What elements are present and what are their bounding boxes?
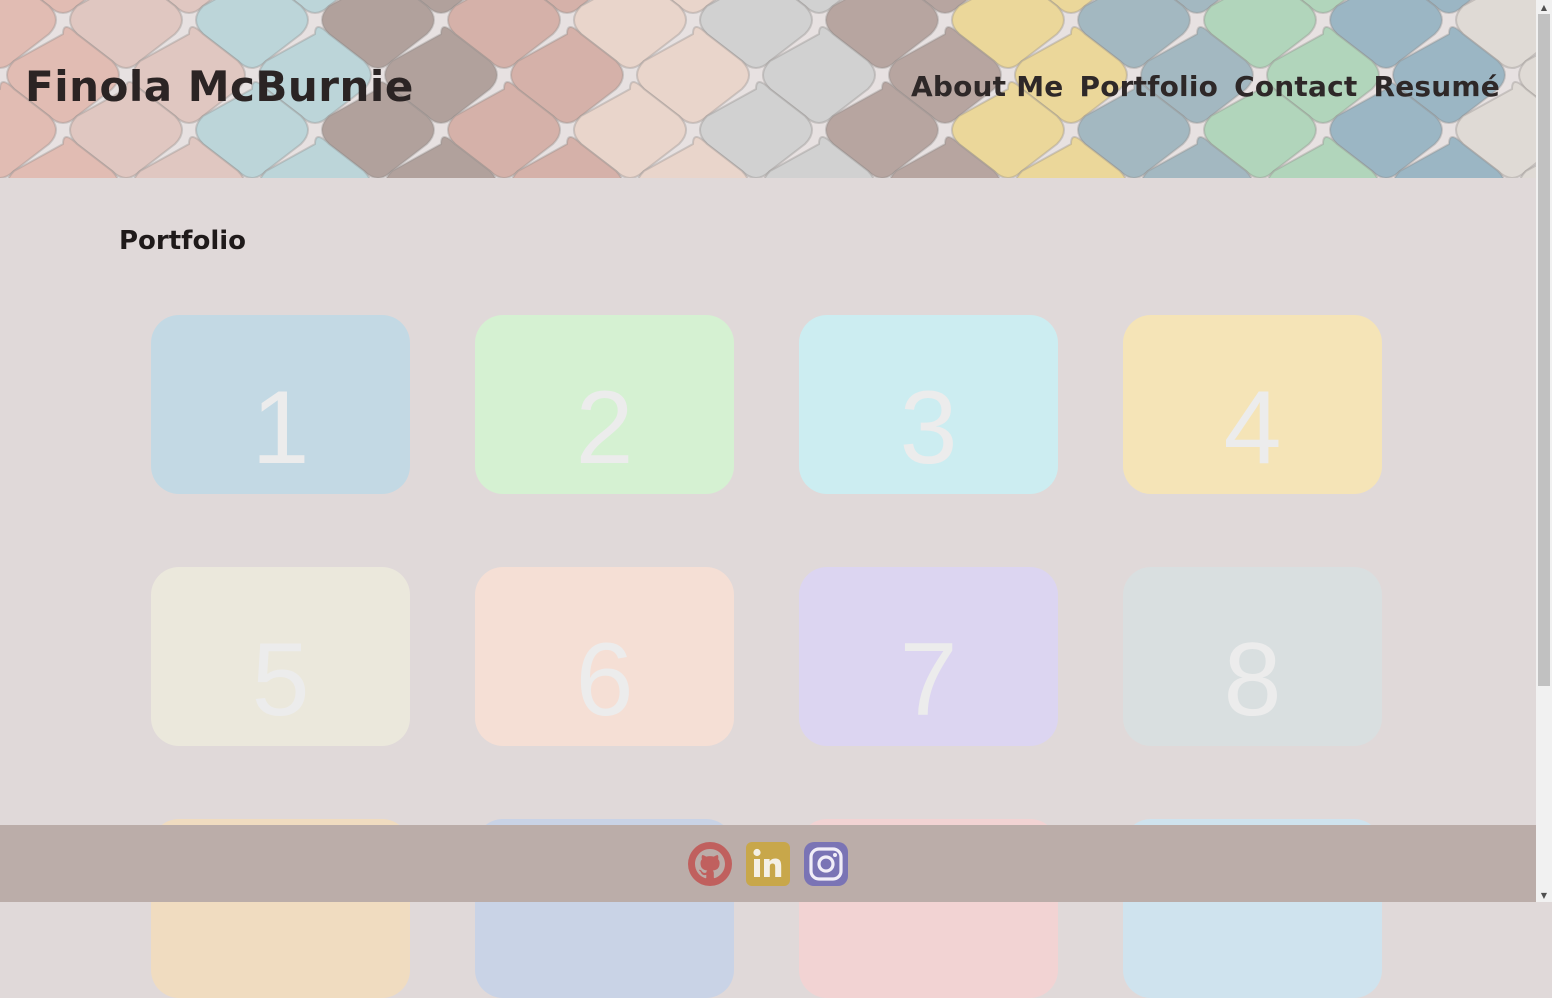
nav-resume[interactable]: Resumé	[1373, 70, 1500, 103]
portfolio-tile-4[interactable]: 4	[1123, 315, 1382, 494]
vertical-scrollbar[interactable]: ▲ ▼	[1536, 0, 1552, 902]
instagram-icon[interactable]	[803, 841, 849, 887]
tile-number: 1	[251, 370, 310, 486]
scroll-thumb[interactable]	[1538, 14, 1550, 686]
tile-number: 8	[1223, 622, 1282, 738]
portfolio-heading: Portfolio	[119, 226, 247, 256]
portfolio-tile-7[interactable]: 7	[799, 567, 1058, 746]
nav-contact[interactable]: Contact	[1234, 70, 1357, 103]
github-icon[interactable]	[687, 841, 733, 887]
site-title[interactable]: Finola McBurnie	[25, 62, 414, 111]
portfolio-tile-8[interactable]: 8	[1123, 567, 1382, 746]
tile-number: 3	[899, 370, 958, 486]
portfolio-tile-6[interactable]: 6	[475, 567, 734, 746]
footer	[0, 825, 1536, 902]
nav-portfolio[interactable]: Portfolio	[1079, 70, 1218, 103]
header: Finola McBurnie About Me Portfolio Conta…	[0, 0, 1536, 178]
tile-number: 2	[575, 370, 634, 486]
tile-number: 7	[899, 622, 958, 738]
portfolio-tile-1[interactable]: 1	[151, 315, 410, 494]
portfolio-tile-5[interactable]: 5	[151, 567, 410, 746]
tile-number: 6	[575, 622, 634, 738]
linkedin-icon[interactable]	[745, 841, 791, 887]
portfolio-tile-3[interactable]: 3	[799, 315, 1058, 494]
tile-number: 5	[251, 622, 310, 738]
scroll-up-arrow[interactable]: ▲	[1536, 0, 1552, 14]
tile-number: 4	[1223, 370, 1282, 486]
nav-about-me[interactable]: About Me	[911, 70, 1063, 103]
main-nav: About Me Portfolio Contact Resumé	[911, 70, 1500, 103]
scroll-down-arrow[interactable]: ▼	[1536, 888, 1552, 902]
portfolio-tile-2[interactable]: 2	[475, 315, 734, 494]
